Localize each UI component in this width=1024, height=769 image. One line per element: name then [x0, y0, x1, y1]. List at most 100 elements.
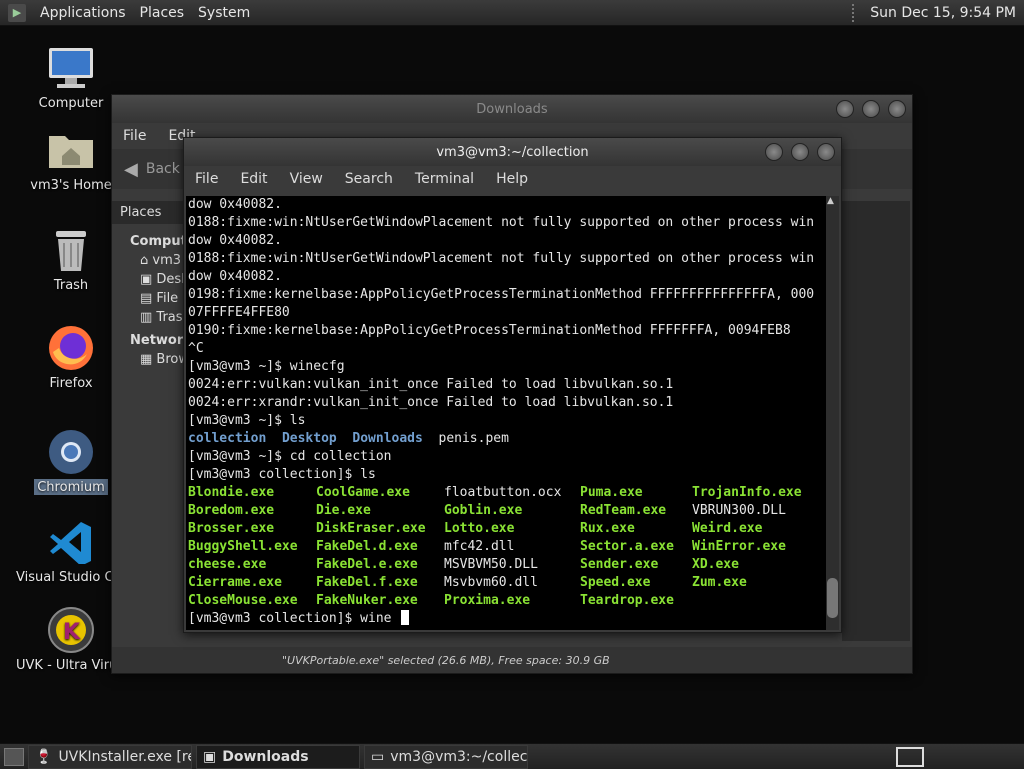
panel-separator — [852, 3, 862, 22]
window-controls — [836, 100, 906, 118]
maximize-button[interactable] — [791, 143, 809, 161]
status-bar: "UVKPortable.exe" selected (26.6 MB), Fr… — [112, 647, 912, 673]
uvk-icon: K — [47, 606, 95, 654]
ls-file-entry: mfc42.dll — [444, 539, 515, 554]
dir-entry: collection — [188, 431, 267, 446]
top-right: Sun Dec 15, 9:54 PM — [852, 3, 1016, 22]
terminal-titlebar[interactable]: vm3@vm3:~/collection — [184, 138, 841, 166]
menu-terminal[interactable]: Terminal — [404, 171, 485, 187]
terminal-prompt-line[interactable]: [vm3@vm3 collection]$ wine — [188, 610, 828, 628]
terminal-line: [vm3@vm3 collection]$ ls — [188, 467, 376, 482]
folder-icon: ▣ — [140, 272, 157, 287]
desktop-icon-home[interactable]: vm3's Home — [16, 126, 126, 193]
workspace-switcher[interactable] — [896, 746, 924, 767]
desktop-icon-computer[interactable]: Computer — [16, 44, 126, 111]
terminal-line: ^C — [188, 341, 204, 356]
drive-icon: ▤ — [140, 291, 157, 306]
show-desktop-icon[interactable] — [4, 747, 24, 766]
back-button[interactable]: Back — [146, 161, 180, 177]
sidebar-item-desktop[interactable]: ▣ Desktop — [112, 268, 210, 287]
ls-file-entry: TrojanInfo.exe — [692, 485, 802, 500]
system-menu[interactable]: System — [198, 5, 250, 21]
ls-file-entry: Goblin.exe — [444, 503, 523, 518]
scrollbar-thumb[interactable] — [827, 578, 838, 618]
menu-file[interactable]: File — [184, 171, 229, 187]
text-cursor — [401, 610, 410, 625]
places-menu[interactable]: Places — [140, 5, 185, 21]
svg-text:K: K — [63, 620, 81, 645]
close-button[interactable] — [817, 143, 835, 161]
terminal-line: dow 0x40082. — [188, 269, 282, 284]
home-icon: ⌂ — [140, 253, 153, 268]
vscode-icon — [47, 518, 95, 566]
terminal-line: 0188:fixme:win:NtUserGetWindowPlacement … — [188, 215, 815, 230]
ls-file-entry: Boredom.exe — [188, 503, 275, 518]
sidebar-item-network[interactable]: ▦ Browse Network — [112, 348, 262, 367]
ls-file-entry: Sender.exe — [580, 557, 659, 572]
ls-file-entry: RedTeam.exe — [580, 503, 667, 518]
desktop-icon-label: UVK - Ultra Virus Killer — [16, 658, 126, 673]
terminal-line: [vm3@vm3 ~]$ cd collection — [188, 449, 392, 464]
chromium-icon — [47, 428, 95, 476]
file-view-area[interactable] — [842, 201, 910, 641]
ls-home-output: collection Desktop Downloads penis.pem — [188, 430, 828, 448]
terminal-line: dow 0x40082. — [188, 233, 282, 248]
task-terminal[interactable]: ▭ vm3@vm3:~/collect... — [364, 744, 528, 769]
ls-file-entry: VBRUN300.DLL — [692, 503, 786, 518]
desktop-icon-firefox[interactable]: Firefox — [16, 324, 126, 391]
maximize-button[interactable] — [862, 100, 880, 118]
terminal-output[interactable]: dow 0x40082. 0188:fixme:win:NtUserGetWin… — [186, 196, 828, 630]
ls-file-entry: FakeDel.e.exe — [316, 557, 418, 572]
minimize-button[interactable] — [836, 100, 854, 118]
applications-menu[interactable]: Applications — [40, 5, 126, 21]
sidebar-item-filesystem[interactable]: ▤ File System — [112, 287, 231, 306]
terminal-line: [vm3@vm3 ~]$ ls — [188, 413, 306, 428]
network-icon: ▦ — [140, 352, 157, 367]
sidebar-item-trash[interactable]: ▥ Trash — [112, 306, 191, 325]
desktop-icon-uvk[interactable]: K UVK - Ultra Virus Killer — [16, 606, 126, 673]
distro-logo-icon[interactable]: ▶ — [8, 3, 26, 22]
ls-file-entry: FakeNuker.exe — [316, 593, 418, 608]
desktop-icon-trash[interactable]: Trash — [16, 226, 126, 293]
terminal-line: 0190:fixme:kernelbase:AppPolicyGetProces… — [188, 323, 791, 338]
clock[interactable]: Sun Dec 15, 9:54 PM — [870, 5, 1016, 21]
sidebar-item-home[interactable]: ⌂ vm3 — [112, 249, 184, 268]
ls-file-entry: CoolGame.exe — [316, 485, 410, 500]
terminal-line: 0198:fixme:kernelbase:AppPolicyGetProces… — [188, 287, 815, 302]
section-computer: Computer — [130, 234, 203, 249]
terminal-line: 0024:err:vulkan:vulkan_init_once Failed … — [188, 377, 674, 392]
ls-file-entry: Sector.a.exe — [580, 539, 674, 554]
terminal-line: 0024:err:xrandr:vulkan_init_once Failed … — [188, 395, 674, 410]
ls-file-entry: cheese.exe — [188, 557, 267, 572]
task-downloads[interactable]: ▣ Downloads — [196, 744, 360, 769]
desktop-icon-label: Computer — [38, 96, 104, 111]
menu-view[interactable]: View — [279, 171, 334, 187]
terminal-scrollbar[interactable]: ▲ — [826, 196, 839, 630]
places-sidebar: Places Computer ⌂ vm3 ▣ Desktop ▤ File S… — [112, 201, 262, 641]
scroll-up-arrow-icon[interactable]: ▲ — [827, 196, 834, 206]
file-entry: penis.pem — [438, 431, 509, 446]
folder-icon: ▣ — [203, 748, 217, 765]
close-button[interactable] — [888, 100, 906, 118]
menu-edit[interactable]: Edit — [229, 171, 278, 187]
desktop-icon-label: Trash — [53, 278, 89, 293]
desktop-icon-vscode[interactable]: Visual Studio Code — [16, 518, 126, 585]
dir-entry: Desktop — [281, 431, 337, 446]
ls-file-entry: Zum.exe — [692, 575, 747, 590]
ls-file-entry: floatbutton.ocx — [444, 485, 562, 500]
menu-search[interactable]: Search — [334, 171, 404, 187]
menu-help[interactable]: Help — [485, 171, 539, 187]
ls-file-entry: FakeDel.d.exe — [316, 539, 418, 554]
minimize-button[interactable] — [765, 143, 783, 161]
file-manager-titlebar[interactable]: Downloads — [112, 95, 912, 123]
menu-file[interactable]: File — [112, 128, 157, 144]
ls-file-entry: DiskEraser.exe — [316, 521, 426, 536]
ls-file-entry: Speed.exe — [580, 575, 651, 590]
back-arrow-icon[interactable]: ◀ — [124, 159, 138, 180]
places-header[interactable]: Places — [112, 201, 184, 224]
desktop-icon-chromium[interactable]: Chromium — [16, 428, 126, 495]
task-uvkinstaller[interactable]: 🍷 UVKInstaller.exe [re... — [28, 744, 192, 769]
computer-icon — [47, 44, 95, 92]
desktop-icon-label: Firefox — [49, 376, 93, 391]
ls-file-entry: BuggyShell.exe — [188, 539, 298, 554]
